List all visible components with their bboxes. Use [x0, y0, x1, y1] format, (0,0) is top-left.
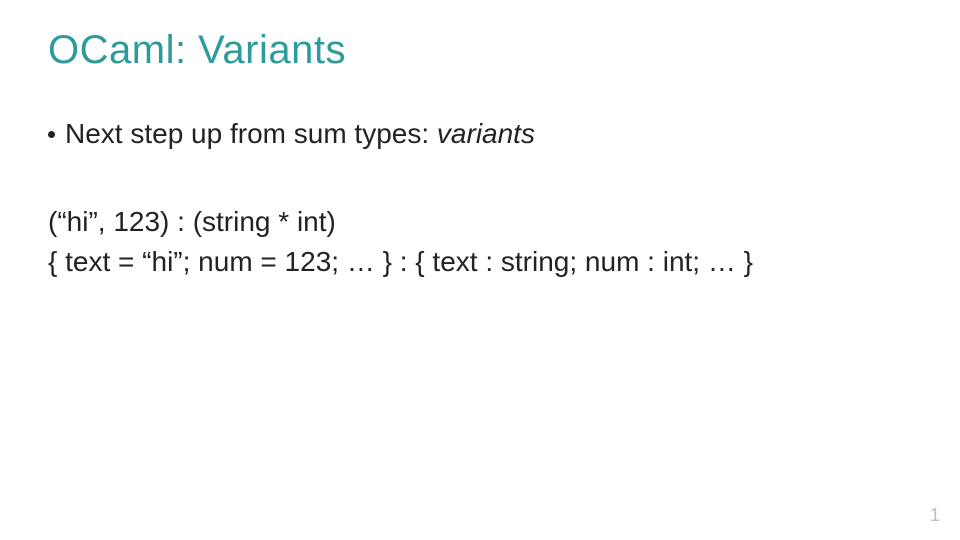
- bullet-dot-icon: [48, 131, 55, 138]
- slide-title: OCaml: Variants: [48, 28, 912, 73]
- slide-body: Next step up from sum types: variants (“…: [48, 115, 912, 280]
- bullet-prefix: Next step up from sum types:: [65, 118, 437, 149]
- code-line-1: (“hi”, 123) : (string * int): [48, 203, 912, 241]
- page-number: 1: [930, 505, 940, 526]
- bullet-text: Next step up from sum types: variants: [65, 115, 535, 153]
- slide: OCaml: Variants Next step up from sum ty…: [0, 0, 960, 540]
- code-line-2: { text = “hi”; num = 123; … } : { text :…: [48, 243, 912, 281]
- bullet-item: Next step up from sum types: variants: [48, 115, 912, 153]
- bullet-italic: variants: [437, 118, 535, 149]
